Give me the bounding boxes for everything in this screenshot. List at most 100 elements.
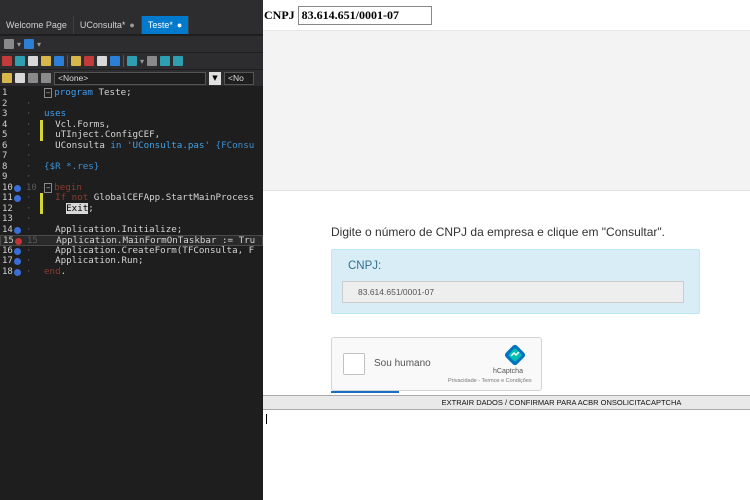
executable-line-icon[interactable]	[14, 195, 21, 202]
code-line[interactable]: 18 · end.	[0, 265, 263, 278]
new-file-icon[interactable]	[28, 56, 38, 66]
code-text: UConsulta in 'UConsulta.pas' {FConsu	[44, 139, 254, 152]
project-icon[interactable]	[71, 56, 81, 66]
code-text: end.	[44, 265, 66, 278]
executable-line-icon[interactable]	[14, 247, 21, 255]
toolbar-separator	[123, 55, 124, 67]
ide-toolbar-3: <None> ▼ <No	[0, 70, 263, 86]
captcha-label: Sou humano	[374, 358, 431, 369]
class-icon[interactable]	[28, 73, 38, 83]
line-number: 14	[2, 224, 13, 235]
fold-toggle-icon[interactable]: −	[44, 88, 53, 98]
gutter-marker: ·	[26, 203, 32, 214]
tab-uconsulta[interactable]: UConsulta* ●	[74, 16, 142, 34]
chevron-down-icon[interactable]: ▼	[209, 71, 221, 85]
change-bar	[40, 130, 43, 141]
layout-icon[interactable]	[127, 56, 137, 66]
line-number: 6	[2, 140, 8, 151]
save-all-icon[interactable]	[54, 56, 64, 66]
captcha-checkbox[interactable]	[343, 353, 365, 375]
line-number: 8	[2, 161, 8, 172]
code-line[interactable]: 11 · If not GlobalCEFApp.StartMainProcess	[0, 192, 263, 204]
code-text: If not GlobalCEFApp.StartMainProcess	[44, 192, 255, 204]
ide-title-strip	[0, 0, 263, 14]
executable-line-icon[interactable]	[14, 268, 21, 276]
cnpj-label: CNPJ	[264, 7, 295, 22]
open-icon[interactable]	[15, 56, 25, 66]
code-line[interactable]: 1 − program Teste;	[0, 87, 263, 99]
change-bar	[40, 119, 43, 130]
output-memo[interactable]	[263, 410, 750, 500]
method-icon[interactable]	[41, 73, 51, 83]
folder-icon[interactable]	[41, 56, 51, 66]
step-over-icon[interactable]	[173, 56, 184, 66]
fold-toggle-icon[interactable]: −	[44, 182, 53, 193]
symbol-combo[interactable]: <No	[224, 71, 254, 85]
cnpj-card-input[interactable]: 83.614.651/0001-07	[342, 281, 684, 303]
line-number: 5	[2, 130, 8, 140]
extract-data-button[interactable]: EXTRAIR DADOS / CONFIRMAR PARA ACBR ONSO…	[332, 398, 682, 407]
modified-dot-icon: ●	[176, 20, 183, 30]
gutter-marker: ·	[26, 140, 32, 151]
code-token: Application.CreateForm(TFConsulta, F	[44, 244, 255, 256]
focus-underline	[331, 391, 399, 393]
tab-label: Welcome Page	[6, 20, 67, 30]
code-token: begin	[54, 181, 82, 193]
chevron-down-icon[interactable]: ▾	[17, 40, 21, 49]
run-options-icon[interactable]	[4, 39, 14, 49]
step-icon[interactable]	[160, 56, 171, 66]
browser-page: Digite o número de CNPJ da empresa e cli…	[263, 190, 750, 395]
code-token: 'UConsulta.pas'	[127, 139, 210, 151]
code-token: ;	[88, 202, 94, 214]
code-line[interactable]: 2 ·	[0, 99, 263, 110]
executable-line-icon[interactable]	[14, 226, 21, 234]
code-token: {$R *.res}	[44, 160, 100, 172]
code-line[interactable]: 6 · UConsulta in 'UConsulta.pas' {FConsu	[0, 139, 263, 152]
tab-welcome-page[interactable]: Welcome Page	[0, 16, 74, 34]
save-icon[interactable]	[24, 39, 35, 49]
code-token: GlobalCEFApp.StartMainProcess	[88, 192, 255, 203]
captcha-privacy-link[interactable]: Privacidade - Termos e Condições	[448, 378, 532, 384]
code-token: UConsulta	[44, 139, 111, 151]
tab-teste[interactable]: Teste* ●	[141, 16, 190, 34]
executable-line-icon[interactable]	[14, 184, 21, 192]
gutter-marker: ·	[26, 256, 32, 266]
scope-combo[interactable]: <None>	[54, 71, 206, 85]
code-line[interactable]: 14 · Application.Initialize;	[0, 223, 263, 236]
code-token: Teste;	[92, 87, 132, 98]
unit-icon[interactable]	[15, 73, 25, 83]
symbol-combo-value: <No	[228, 73, 244, 83]
code-text: {$R *.res}	[44, 160, 100, 173]
code-line[interactable]: 17 · Application.Run;	[0, 255, 263, 267]
cnpj-card: CNPJ: 83.614.651/0001-07	[331, 249, 700, 314]
chevron-down-icon[interactable]: ▾	[37, 40, 41, 49]
code-line[interactable]: 3 · uses	[0, 108, 263, 120]
stop-run-icon[interactable]	[147, 56, 158, 66]
code-token: end	[44, 265, 61, 277]
toggle-icon[interactable]	[110, 56, 120, 66]
line-number: 9	[2, 172, 8, 182]
tab-label: UConsulta*	[79, 20, 126, 30]
code-line[interactable]: 8 · {$R *.res}	[0, 160, 263, 173]
captcha-brand: hCaptcha	[493, 368, 523, 375]
gutter-marker: ·	[26, 130, 32, 140]
stop-icon[interactable]	[2, 56, 12, 66]
tab-label: Teste*	[147, 20, 173, 30]
chevron-down-icon[interactable]: ▾	[140, 57, 144, 66]
executable-line-icon[interactable]	[14, 258, 21, 265]
cnpj-card-input-value: 83.614.651/0001-07	[358, 287, 435, 297]
code-line[interactable]: 12 · Exit;	[0, 202, 263, 214]
gutter-marker: ·	[26, 161, 32, 172]
code-editor[interactable]: 1− program Teste; 2 · 3 · uses 4 · Vcl.Forms, 5 · …	[0, 87, 263, 500]
remove-icon[interactable]	[84, 56, 94, 66]
code-token: program	[54, 87, 93, 98]
change-bar	[40, 203, 43, 214]
code-token: uTInject.ConfigCEF,	[44, 129, 161, 140]
code-token: Application.Initialize;	[44, 223, 183, 235]
code-line[interactable]: 7 ·	[0, 151, 263, 162]
breakpoint-icon[interactable]	[15, 238, 22, 245]
code-line[interactable]: 9 ·	[0, 172, 263, 183]
component-icon[interactable]	[2, 73, 12, 83]
cnpj-input[interactable]: 83.614.651/0001-07	[297, 5, 432, 25]
form-icon[interactable]	[97, 56, 107, 66]
